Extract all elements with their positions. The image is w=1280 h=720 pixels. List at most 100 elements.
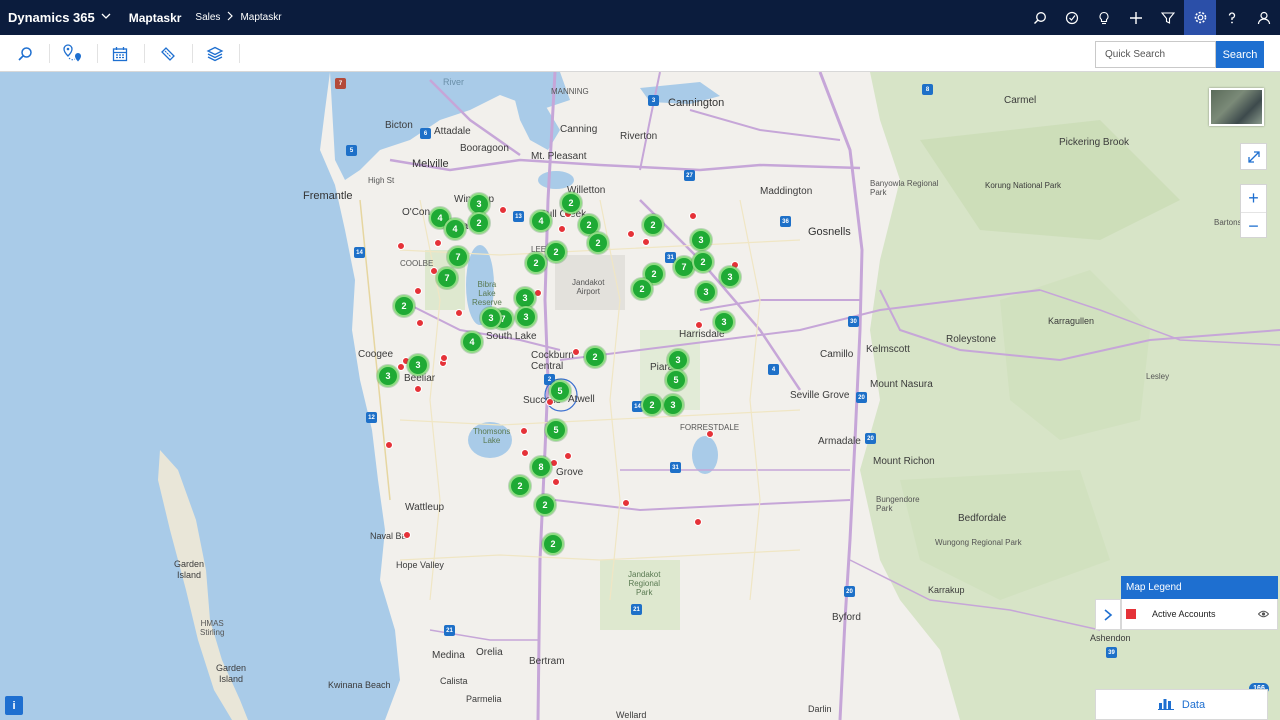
brand-switcher[interactable]: Dynamics 365 <box>8 10 111 25</box>
breadcrumb-sales[interactable]: Sales <box>195 12 220 23</box>
active-account-pin[interactable] <box>414 287 422 295</box>
account-cluster[interactable]: 3 <box>713 311 735 333</box>
quick-search-button[interactable]: Search <box>1216 41 1264 68</box>
map-canvas[interactable]: River MANNING Cannington Carmel Bicton A… <box>0 72 1280 720</box>
plus-icon[interactable] <box>1120 0 1152 35</box>
filter-icon[interactable] <box>1152 0 1184 35</box>
account-cluster[interactable]: 5 <box>549 380 571 402</box>
active-account-pin[interactable] <box>403 531 411 539</box>
search-tool-icon[interactable] <box>2 35 48 72</box>
account-cluster[interactable]: 2 <box>641 394 663 416</box>
active-account-pin[interactable] <box>455 309 463 317</box>
account-cluster[interactable]: 2 <box>534 494 556 516</box>
active-account-pin[interactable] <box>694 518 702 526</box>
account-cluster[interactable]: 5 <box>545 419 567 441</box>
place-label: Garden Island <box>174 559 205 580</box>
account-cluster[interactable]: 3 <box>515 306 537 328</box>
active-account-pin[interactable] <box>440 354 448 362</box>
account-cluster[interactable]: 5 <box>665 369 687 391</box>
search-icon[interactable] <box>1024 0 1056 35</box>
account-cluster[interactable]: 2 <box>468 212 490 234</box>
help-icon[interactable] <box>1216 0 1248 35</box>
account-cluster[interactable]: 2 <box>584 346 606 368</box>
user-icon[interactable] <box>1248 0 1280 35</box>
place-label: Melville <box>412 158 449 170</box>
active-account-pin[interactable] <box>521 449 529 457</box>
place-label: Kelmscott <box>866 344 910 355</box>
place-label: Booragoon <box>460 143 509 154</box>
calendar-icon[interactable] <box>97 35 143 72</box>
zoom-in-icon[interactable]: + <box>1241 185 1266 212</box>
account-cluster[interactable]: 2 <box>642 214 664 236</box>
info-icon[interactable]: i <box>5 696 23 715</box>
active-account-pin[interactable] <box>434 239 442 247</box>
layers-icon[interactable] <box>192 35 238 72</box>
account-cluster[interactable]: 7 <box>447 246 469 268</box>
account-cluster[interactable]: 2 <box>509 475 531 497</box>
active-account-pin[interactable] <box>642 238 650 246</box>
account-cluster[interactable]: 3 <box>377 365 399 387</box>
account-cluster[interactable]: 2 <box>393 295 415 317</box>
account-cluster[interactable]: 4 <box>530 210 552 232</box>
active-account-pin[interactable] <box>627 230 635 238</box>
fullscreen-icon[interactable] <box>1240 143 1267 170</box>
account-cluster[interactable]: 3 <box>667 349 689 371</box>
account-cluster[interactable]: 3 <box>662 394 684 416</box>
active-account-pin[interactable] <box>622 499 630 507</box>
task-check-icon[interactable] <box>1056 0 1088 35</box>
map-legend: Map Legend Active Accounts <box>1121 576 1278 630</box>
account-cluster[interactable]: 2 <box>587 232 609 254</box>
active-account-pin[interactable] <box>397 363 405 371</box>
account-cluster[interactable]: 7 <box>436 267 458 289</box>
app-name[interactable]: Maptaskr <box>129 11 182 25</box>
account-cluster[interactable]: 3 <box>695 281 717 303</box>
account-cluster[interactable]: 2 <box>631 278 653 300</box>
account-cluster[interactable]: 2 <box>545 241 567 263</box>
zoom-out-icon[interactable]: − <box>1241 212 1266 239</box>
account-cluster[interactable]: 3 <box>407 354 429 376</box>
account-cluster[interactable]: 3 <box>690 229 712 251</box>
account-cluster[interactable]: 3 <box>719 266 741 288</box>
aerial-view-thumbnail[interactable] <box>1209 88 1264 126</box>
account-cluster[interactable]: 8 <box>530 456 552 478</box>
place-label: Gosnells <box>808 226 851 238</box>
account-cluster[interactable]: 4 <box>461 331 483 353</box>
place-label: Cannington <box>668 97 725 109</box>
road-shield-icon: 12 <box>366 412 377 423</box>
app-header: Dynamics 365 Maptaskr Sales Maptaskr <box>0 0 1280 35</box>
breadcrumb-maptaskr[interactable]: Maptaskr <box>240 12 281 23</box>
account-cluster[interactable]: 2 <box>542 533 564 555</box>
active-account-pin[interactable] <box>385 441 393 449</box>
settings-icon[interactable] <box>1184 0 1216 35</box>
active-account-pin[interactable] <box>564 452 572 460</box>
active-account-pin[interactable] <box>520 427 528 435</box>
legend-toggle-chevron-right-icon[interactable] <box>1095 599 1121 630</box>
quick-search-input[interactable] <box>1095 41 1216 68</box>
route-pins-icon[interactable] <box>50 35 96 72</box>
road-shield-icon: 30 <box>848 316 859 327</box>
active-account-pin[interactable] <box>414 385 422 393</box>
lightbulb-icon[interactable] <box>1088 0 1120 35</box>
data-panel-button[interactable]: Data <box>1095 689 1268 720</box>
active-account-pin[interactable] <box>558 225 566 233</box>
active-account-pin[interactable] <box>706 430 714 438</box>
active-account-pin[interactable] <box>416 319 424 327</box>
place-label: Bungendore Park <box>876 495 920 513</box>
place-label: Riverton <box>620 131 658 142</box>
active-account-pin[interactable] <box>695 321 703 329</box>
place-label: Wellard <box>616 710 647 720</box>
eye-icon[interactable] <box>1257 605 1270 623</box>
active-account-pin[interactable] <box>397 242 405 250</box>
active-account-pin[interactable] <box>499 206 507 214</box>
account-cluster[interactable]: 2 <box>525 252 547 274</box>
active-account-pin[interactable] <box>689 212 697 220</box>
active-account-pin[interactable] <box>552 478 560 486</box>
account-cluster[interactable]: 3 <box>480 307 502 329</box>
account-cluster[interactable]: 4 <box>444 218 466 240</box>
active-account-pin[interactable] <box>572 348 580 356</box>
ruler-icon[interactable] <box>145 35 191 72</box>
account-cluster[interactable]: 2 <box>560 192 582 214</box>
account-cluster[interactable]: 2 <box>692 251 714 273</box>
road-shield-icon: 7 <box>335 78 346 89</box>
legend-item[interactable]: Active Accounts <box>1121 599 1278 630</box>
